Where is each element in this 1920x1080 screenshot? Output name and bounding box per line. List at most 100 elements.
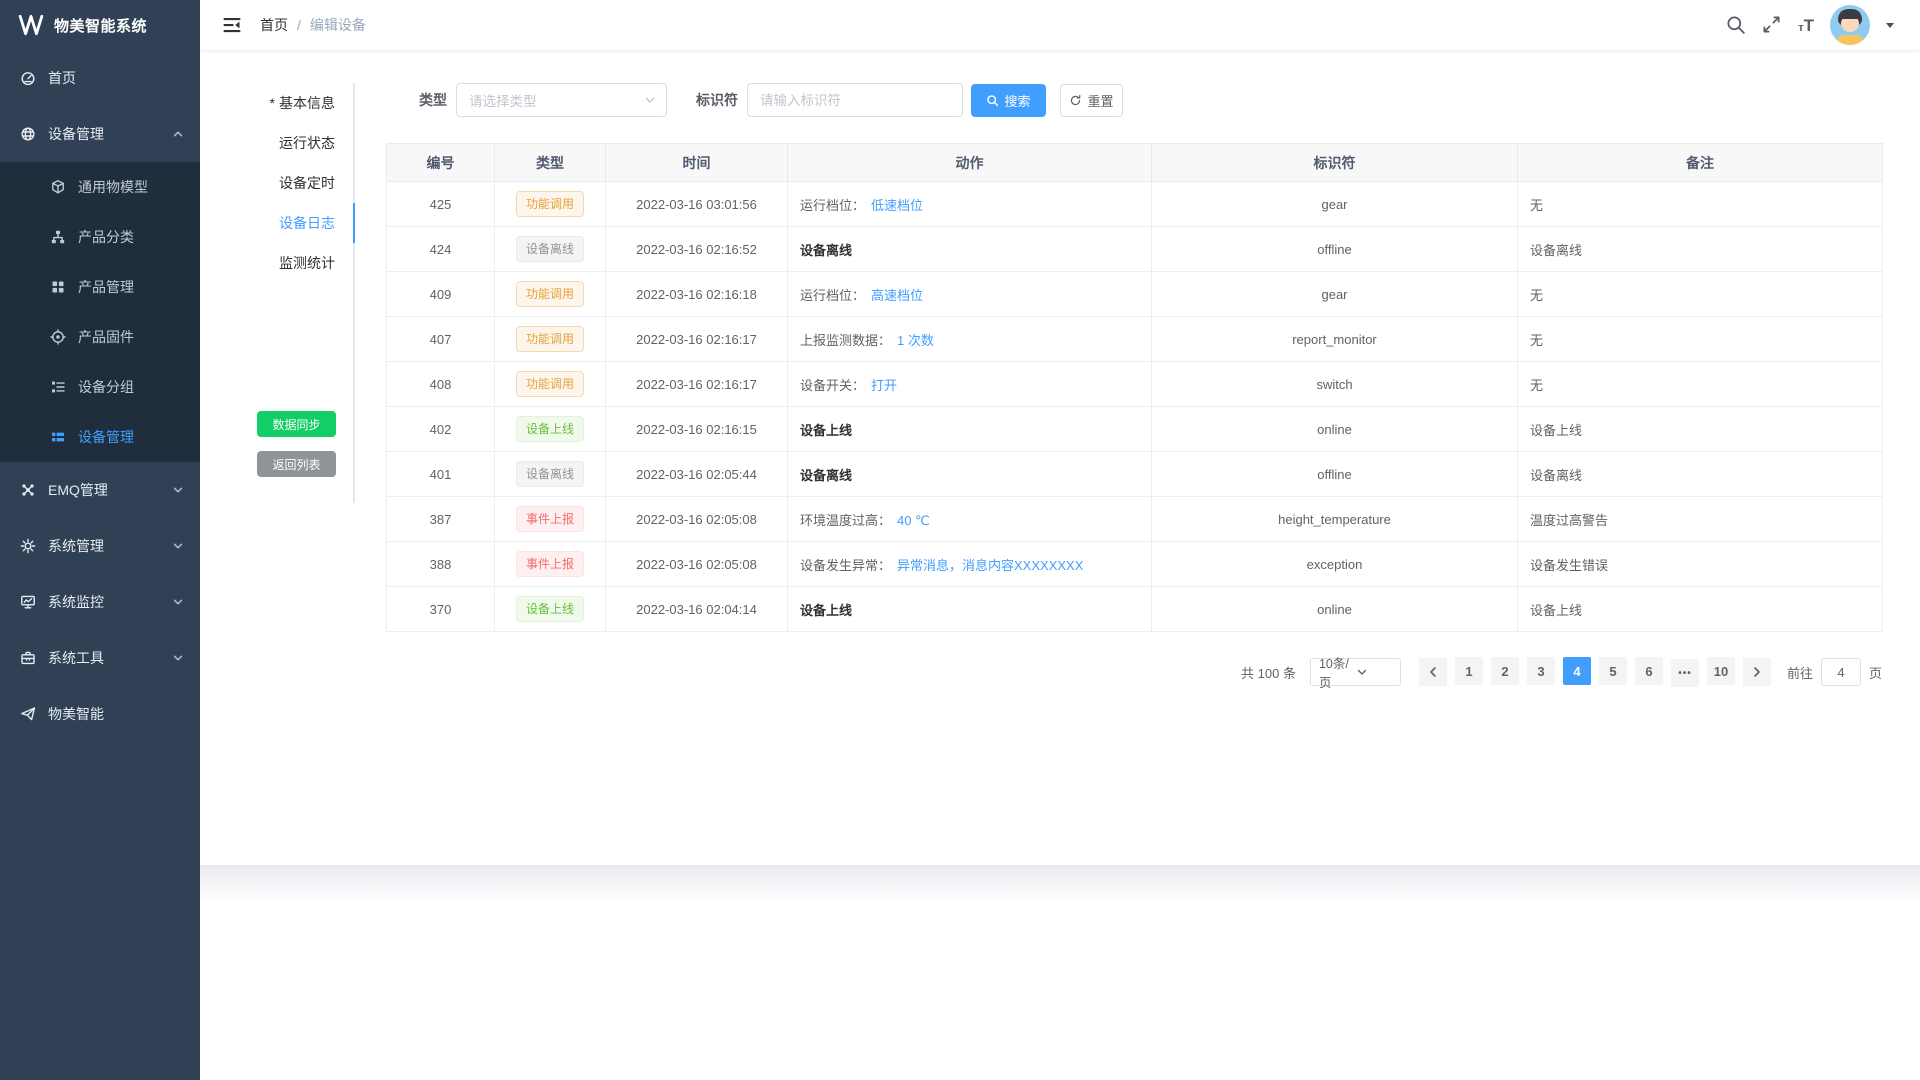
sidebar-item-首页[interactable]: 首页: [0, 50, 200, 106]
log-action-cell: 设备离线: [788, 452, 1152, 497]
data-sync-button[interactable]: 数据同步: [257, 411, 336, 437]
log-type-cell: 设备离线: [495, 452, 606, 497]
type-select[interactable]: 请选择类型: [456, 83, 667, 117]
caret-down-icon[interactable]: [1886, 23, 1894, 32]
log-type-tag: 功能调用: [516, 371, 584, 397]
sidebar-item-EMQ管理[interactable]: EMQ管理: [0, 462, 200, 518]
log-action-cell: 设备开关：打开: [788, 362, 1152, 407]
fullscreen-icon[interactable]: [1762, 15, 1782, 35]
sidebar-item-通用物模型[interactable]: 通用物模型: [0, 162, 200, 212]
action-link[interactable]: 40 ℃: [897, 513, 930, 528]
log-identifier-cell: online: [1152, 407, 1518, 452]
pagination-page-5[interactable]: 5: [1599, 657, 1627, 685]
log-table-header-row: 编号类型时间动作标识符备注: [387, 144, 1883, 182]
sidebar-item-label: EMQ管理: [48, 480, 108, 500]
action-link[interactable]: 1 次数: [897, 333, 934, 348]
log-type-cell: 事件上报: [495, 542, 606, 587]
sidebar-item-label: 设备管理: [48, 124, 104, 144]
sidebar-item-label: 设备管理: [78, 427, 134, 447]
tab-基本信息[interactable]: *基本信息: [265, 83, 353, 123]
firmware-icon: [50, 329, 66, 345]
log-time-cell: 2022-03-16 03:01:56: [606, 182, 788, 227]
column-header-标识符: 标识符: [1152, 144, 1518, 182]
cube-icon: [50, 179, 66, 195]
sidebar-item-产品管理[interactable]: 产品管理: [0, 262, 200, 312]
reset-button-label: 重置: [1087, 91, 1113, 110]
table-row: 425功能调用2022-03-16 03:01:56运行档位：低速档位gear无: [387, 182, 1883, 227]
log-action-cell: 上报监测数据：1 次数: [788, 317, 1152, 362]
search-icon[interactable]: [1726, 15, 1746, 35]
log-action-cell: 运行档位：高速档位: [788, 272, 1152, 317]
goto-page-input[interactable]: [1821, 658, 1861, 686]
log-time-cell: 2022-03-16 02:05:08: [606, 542, 788, 587]
log-type-cell: 功能调用: [495, 317, 606, 362]
sidebar-item-物美智能[interactable]: 物美智能: [0, 686, 200, 742]
reset-button[interactable]: 重置: [1060, 84, 1123, 117]
log-action-cell: 设备上线: [788, 587, 1152, 632]
back-to-list-button[interactable]: 返回列表: [257, 451, 336, 477]
log-action-cell: 设备上线: [788, 407, 1152, 452]
action-link[interactable]: 异常消息，消息内容XXXXXXXX: [897, 558, 1083, 573]
log-identifier-cell: exception: [1152, 542, 1518, 587]
pagination-page-1[interactable]: 1: [1455, 657, 1483, 685]
total-count: 共 100 条: [1241, 663, 1296, 682]
pagination-page-10[interactable]: 10: [1707, 657, 1735, 685]
tab-监测统计[interactable]: 监测统计: [265, 243, 353, 283]
sidebar-item-设备分组[interactable]: 设备分组: [0, 362, 200, 412]
log-time-cell: 2022-03-16 02:16:17: [606, 362, 788, 407]
page-size-select[interactable]: 10条/页: [1310, 658, 1401, 686]
search-button[interactable]: 搜索: [971, 84, 1046, 117]
breadcrumb-separator: /: [297, 17, 301, 33]
toolbox-icon: [20, 650, 36, 666]
device-list-icon: [50, 429, 66, 445]
sidebar-item-设备管理[interactable]: 设备管理: [0, 106, 200, 162]
pagination-page-2[interactable]: 2: [1491, 657, 1519, 685]
log-action-cell: 设备发生异常：异常消息，消息内容XXXXXXXX: [788, 542, 1152, 587]
pagination-page-4[interactable]: 4: [1563, 657, 1591, 685]
device-manage-icon: [20, 126, 36, 142]
sidebar-item-label: 系统监控: [48, 592, 104, 612]
action-link[interactable]: 高速档位: [871, 288, 923, 303]
sidebar-item-系统管理[interactable]: 系统管理: [0, 518, 200, 574]
log-type-tag: 功能调用: [516, 326, 584, 352]
sidebar-item-产品分类[interactable]: 产品分类: [0, 212, 200, 262]
pagination-next-button[interactable]: [1743, 658, 1771, 686]
action-link[interactable]: 低速档位: [871, 198, 923, 213]
table-row: 387事件上报2022-03-16 02:05:08环境温度过高：40 ℃hei…: [387, 497, 1883, 542]
action-link[interactable]: 打开: [871, 378, 897, 393]
log-time-cell: 2022-03-16 02:05:44: [606, 452, 788, 497]
tab-运行状态[interactable]: 运行状态: [265, 123, 353, 163]
pagination-page-3[interactable]: 3: [1527, 657, 1555, 685]
font-size-icon[interactable]: тT: [1798, 17, 1814, 34]
column-header-备注: 备注: [1518, 144, 1883, 182]
log-identifier-cell: gear: [1152, 272, 1518, 317]
sidebar-item-产品固件[interactable]: 产品固件: [0, 312, 200, 362]
log-identifier-cell: height_temperature: [1152, 497, 1518, 542]
identifier-input[interactable]: [747, 83, 963, 117]
breadcrumb-home[interactable]: 首页: [260, 15, 288, 35]
paper-plane-icon: [20, 706, 36, 722]
log-id-cell: 388: [387, 542, 495, 587]
log-type-cell: 设备上线: [495, 587, 606, 632]
log-time-cell: 2022-03-16 02:16:17: [606, 317, 788, 362]
pagination-ellipsis[interactable]: •••: [1671, 659, 1699, 687]
content-bottom-edge: [200, 865, 1920, 903]
tab-设备日志[interactable]: 设备日志: [265, 203, 353, 243]
sidebar-fold-icon[interactable]: [222, 15, 242, 35]
log-identifier-cell: online: [1152, 587, 1518, 632]
breadcrumb-current: 编辑设备: [310, 15, 366, 35]
action-text: 设备离线: [800, 243, 852, 258]
table-row: 402设备上线2022-03-16 02:16:15设备上线online设备上线: [387, 407, 1883, 452]
log-identifier-cell: gear: [1152, 182, 1518, 227]
sidebar-item-系统工具[interactable]: 系统工具: [0, 630, 200, 686]
pagination-page-6[interactable]: 6: [1635, 657, 1663, 685]
sidebar-item-label: 首页: [48, 68, 76, 88]
sidebar-item-系统监控[interactable]: 系统监控: [0, 574, 200, 630]
tab-设备定时[interactable]: 设备定时: [265, 163, 353, 203]
log-remark-cell: 设备离线: [1518, 227, 1883, 272]
sidebar-item-label: 产品管理: [78, 277, 134, 297]
log-id-cell: 408: [387, 362, 495, 407]
sidebar-item-设备管理[interactable]: 设备管理: [0, 412, 200, 462]
avatar[interactable]: [1830, 5, 1870, 45]
pagination-prev-button[interactable]: [1419, 658, 1447, 686]
